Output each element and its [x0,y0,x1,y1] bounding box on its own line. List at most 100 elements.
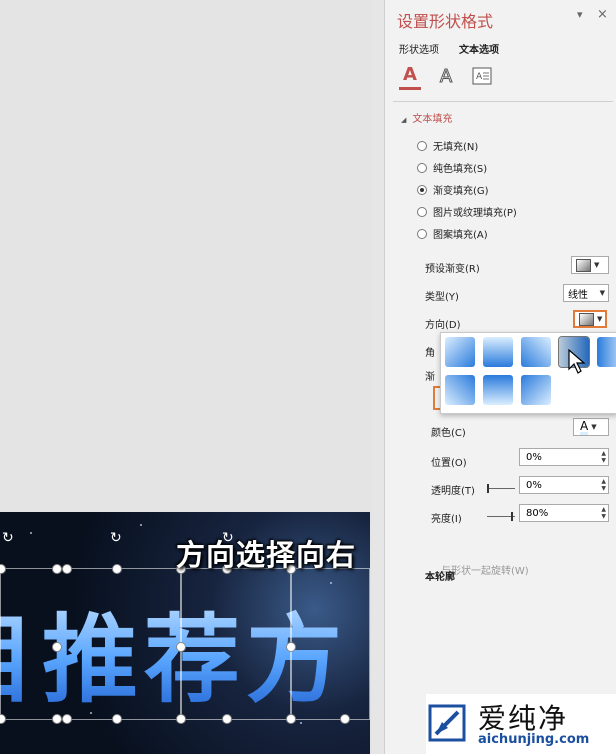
star [300,722,302,724]
paint-bucket-icon: A [580,418,589,435]
svg-text:A: A [476,72,483,82]
preset-gradient-label: 预设渐变(R) [425,264,480,275]
color-label: 颜色(C) [431,428,466,439]
selection-box [180,568,292,720]
radio-solid-fill[interactable]: 纯色填充(S) [417,160,487,175]
video-subtitle: 方向选择向右 [176,538,357,572]
rotate-handle-icon[interactable]: ↻ [110,530,122,546]
radio-picture-fill[interactable]: 图片或纹理填充(P) [417,204,517,219]
textbox-icon[interactable]: A [471,64,493,88]
tab-shape-options[interactable]: 形状选项 [399,41,439,56]
direction-option-diagonal-up-left[interactable] [521,375,551,405]
resize-handle[interactable] [62,714,72,724]
transparency-label: 透明度(T) [431,486,475,497]
section-text-outline[interactable]: 本轮廓 [425,568,455,583]
resize-handle[interactable] [340,714,350,724]
resize-handle[interactable] [112,564,122,574]
transparency-input[interactable]: 0% ▲ ▼ [519,476,609,494]
chevron-down-icon: ▼ [594,261,600,269]
resize-handle[interactable] [52,714,62,724]
chevron-down-icon: ▼ [599,289,605,297]
resize-handle[interactable] [52,642,62,652]
resize-handle[interactable] [52,564,62,574]
section-title: 文本填充 [412,114,453,125]
radio-label: 纯色填充(S) [433,164,488,175]
brightness-label: 亮度(I) [431,514,462,525]
gradient-stops-label: 渐 [425,372,435,383]
radio-icon [417,228,427,239]
radio-no-fill[interactable]: 无填充(N) [417,138,478,153]
type-dropdown[interactable]: 线性 ▼ [563,284,609,302]
slider-thumb[interactable] [487,484,489,493]
radio-pattern-fill[interactable]: 图案填充(A) [417,226,488,241]
spinner-icon[interactable]: ▲ ▼ [601,450,606,464]
resize-handle[interactable] [62,564,72,574]
text-fill-glyph: A [399,63,421,90]
close-icon[interactable]: × [597,7,608,22]
slider-thumb[interactable] [511,512,513,521]
position-value: 0% [526,451,542,463]
preset-gradient-dropdown[interactable]: ▼ [571,256,609,274]
section-text-fill[interactable]: ◢ 文本填充 [401,110,452,125]
transparency-slider[interactable] [487,484,515,493]
watermark-chinese: 爱纯净 [478,702,569,735]
gradient-direction-gallery [440,332,616,414]
watermark-logo: 爱纯净 aichunjing.com [426,694,616,754]
radio-icon [417,184,427,195]
spinner-icon[interactable]: ▲ ▼ [601,506,606,520]
text-outline-icon[interactable]: A [435,64,457,88]
position-input[interactable]: 0% ▲ ▼ [519,448,609,466]
radio-label: 无填充(N) [433,142,479,153]
brightness-input[interactable]: 80% ▲ ▼ [519,504,609,522]
divider [393,101,613,102]
chevron-down-icon: ▼ [597,315,603,323]
type-label: 类型(Y) [425,292,459,303]
direction-option-left[interactable] [597,337,616,367]
resize-handle[interactable] [176,642,186,652]
resize-handle[interactable] [286,714,296,724]
gradient-swatch-icon [576,258,591,272]
logo-icon [428,704,466,742]
gradient-swatch-icon [579,312,594,326]
text-outline-glyph: A [439,65,453,87]
radio-gradient-fill[interactable]: 渐变填充(G) [417,182,489,197]
direction-option-diagonal-down-right[interactable] [445,337,475,367]
star [140,524,142,526]
resize-handle[interactable] [176,714,186,724]
text-fill-icon[interactable]: A [399,63,421,90]
resize-handle[interactable] [112,714,122,724]
angle-label: 角 [425,348,435,359]
brightness-slider[interactable] [487,512,515,521]
selection-box [290,568,370,720]
radio-icon [417,162,427,173]
direction-option-diagonal-up-right[interactable] [445,375,475,405]
direction-option-up[interactable] [483,375,513,405]
pane-title: 设置形状格式 [397,12,494,31]
radio-label: 图片或纹理填充(P) [433,208,517,219]
mouse-cursor-icon [568,349,586,374]
radio-label: 渐变填充(G) [433,186,489,197]
brightness-value: 80% [526,507,549,519]
resize-handle[interactable] [222,714,232,724]
color-dropdown[interactable]: A ▼ [573,418,609,436]
direction-option-down[interactable] [483,337,513,367]
watermark-url: aichunjing.com [478,732,590,747]
tab-text-options[interactable]: 文本选项 [459,41,499,56]
collapse-icon[interactable]: ◢ [401,116,406,124]
transparency-value: 0% [526,479,542,491]
position-label: 位置(O) [431,458,467,469]
resize-handle[interactable] [286,642,296,652]
spinner-icon[interactable]: ▲ ▼ [601,478,606,492]
rotate-handle-icon[interactable]: ↻ [2,530,14,546]
pane-options-icon[interactable]: ▾ [577,8,583,21]
radio-icon [417,140,427,151]
chevron-down-icon: ▼ [591,423,597,431]
direction-dropdown[interactable]: ▼ [573,310,607,328]
direction-option-diagonal-down-left[interactable] [521,337,551,367]
radio-label: 图案填充(A) [433,230,488,241]
direction-label: 方向(D) [425,320,461,331]
resize-handle[interactable] [0,714,6,724]
type-value: 线性 [568,289,588,301]
star [30,532,32,534]
selection-box [0,568,182,720]
